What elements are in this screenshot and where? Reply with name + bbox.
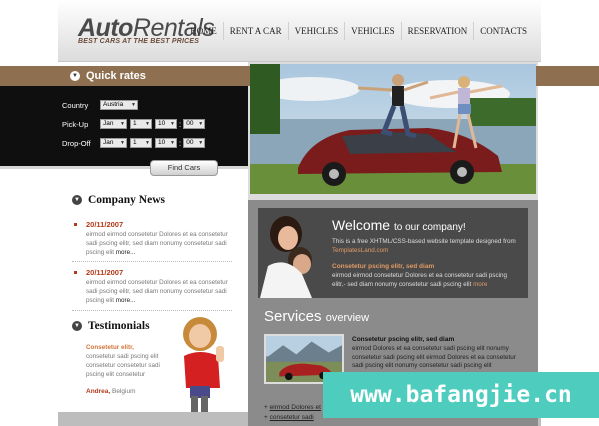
services-text: eirmod Dolores et ea consetetur sadi psc… bbox=[352, 345, 516, 369]
hero-photo bbox=[250, 64, 536, 194]
main-nav: HOME RENT A CAR VEHICLES VEHICLES RESERV… bbox=[184, 22, 533, 40]
bullet-icon bbox=[74, 271, 77, 274]
testimonial-heading: Consetetur elitr, bbox=[86, 344, 134, 351]
site-header: AutoRentals BEST CARS AT THE BEST PRICES… bbox=[58, 0, 541, 62]
nav-reservation[interactable]: RESERVATION bbox=[400, 22, 474, 40]
nav-contacts[interactable]: CONTACTS bbox=[473, 22, 533, 40]
country-label: Country bbox=[62, 100, 89, 110]
divider bbox=[72, 261, 232, 262]
pickup-hour-select[interactable]: 10 bbox=[155, 119, 177, 129]
dropoff-label: Drop-Off bbox=[62, 138, 91, 148]
news-more-link[interactable]: more... bbox=[116, 297, 136, 304]
dropoff-hour-select[interactable]: 10 bbox=[155, 138, 177, 148]
news-text: eirmod eirmod consetetur Dolores et ea c… bbox=[86, 231, 228, 256]
pickup-day-select[interactable]: 1 bbox=[130, 119, 152, 129]
site-tagline: BEST CARS AT THE BEST PRICES bbox=[78, 38, 200, 45]
testimonial-photo bbox=[183, 317, 224, 414]
news-item: 20/11/2007 eirmod eirmod consetetur Dolo… bbox=[74, 268, 234, 305]
page: AutoRentals BEST CARS AT THE BEST PRICES… bbox=[0, 0, 599, 426]
templatesland-link[interactable]: TemplatesLand.com bbox=[332, 247, 388, 254]
pickup-month-select[interactable]: Jan bbox=[100, 119, 127, 129]
welcome-more-link[interactable]: more bbox=[473, 281, 487, 288]
welcome-couple-photo bbox=[260, 216, 312, 298]
services-links: + eirmod Dolores et + consetetur sadi bbox=[264, 403, 321, 423]
testimonial-author: Andrea, Belgium bbox=[86, 388, 136, 395]
pickup-row: Pick-Up Jan 1 10 : 00 bbox=[62, 119, 208, 129]
news-text: eirmod eirmod consetetur Dolores et ea c… bbox=[86, 279, 228, 304]
welcome-text-2: eirmod eirmod consetetur Dolores et ea c… bbox=[332, 272, 508, 288]
welcome-subheading: Consetetur pscing elitr, sed diam bbox=[332, 263, 435, 270]
services-title: Services overview bbox=[264, 308, 370, 325]
list-item: + eirmod Dolores et bbox=[264, 404, 321, 411]
chevron-down-icon: ▼ bbox=[72, 321, 82, 331]
bullet-icon bbox=[74, 223, 77, 226]
testimonial-quote: Consetetur elitr, consetetur sadi pscing… bbox=[86, 343, 176, 379]
service-link[interactable]: eirmod Dolores et bbox=[270, 404, 321, 411]
watermark: www.bafangjie.cn bbox=[323, 372, 599, 418]
welcome-text: This is a free XHTML/CSS-based website t… bbox=[332, 238, 516, 254]
welcome-title: Welcome to our company! bbox=[332, 217, 466, 233]
dropoff-month-select[interactable]: Jan bbox=[100, 138, 127, 148]
country-select[interactable]: Austria bbox=[100, 100, 138, 110]
list-item: + consetetur sadi bbox=[264, 414, 314, 421]
services-subheading: Consetetur pscing elitr, sed diam bbox=[352, 336, 455, 343]
quick-rates-title: ▼ Quick rates bbox=[58, 66, 247, 86]
chevron-down-icon: ▼ bbox=[72, 195, 82, 205]
company-news-heading: ▼ Company News bbox=[72, 194, 165, 206]
dropoff-row: Drop-Off Jan 1 10 : 00 bbox=[62, 138, 208, 148]
testimonial-text: consetetur sadi pscing elit consetetur c… bbox=[86, 353, 160, 378]
dropoff-minute-select[interactable]: 00 bbox=[183, 138, 206, 148]
find-cars-button[interactable]: Find Cars bbox=[150, 160, 218, 176]
chevron-down-icon: ▼ bbox=[70, 71, 80, 81]
testimonials-heading: ▼ Testimonials bbox=[72, 320, 150, 332]
news-date: 20/11/2007 bbox=[86, 268, 124, 277]
nav-vehicles[interactable]: VEHICLES bbox=[287, 22, 345, 40]
pickup-minute-select[interactable]: 00 bbox=[183, 119, 206, 129]
divider bbox=[72, 310, 232, 311]
nav-rent-a-car[interactable]: RENT A CAR bbox=[222, 22, 288, 40]
dropoff-day-select[interactable]: 1 bbox=[130, 138, 152, 148]
pickup-label: Pick-Up bbox=[62, 119, 89, 129]
country-row: Country Austria bbox=[62, 100, 141, 110]
service-link[interactable]: consetetur sadi bbox=[270, 414, 314, 421]
nav-vehicles-2[interactable]: VEHICLES bbox=[344, 22, 401, 40]
nav-home[interactable]: HOME bbox=[184, 22, 223, 40]
news-date: 20/11/2007 bbox=[86, 220, 124, 229]
news-item: 20/11/2007 eirmod eirmod consetetur Dolo… bbox=[74, 220, 234, 257]
news-more-link[interactable]: more... bbox=[116, 249, 136, 256]
